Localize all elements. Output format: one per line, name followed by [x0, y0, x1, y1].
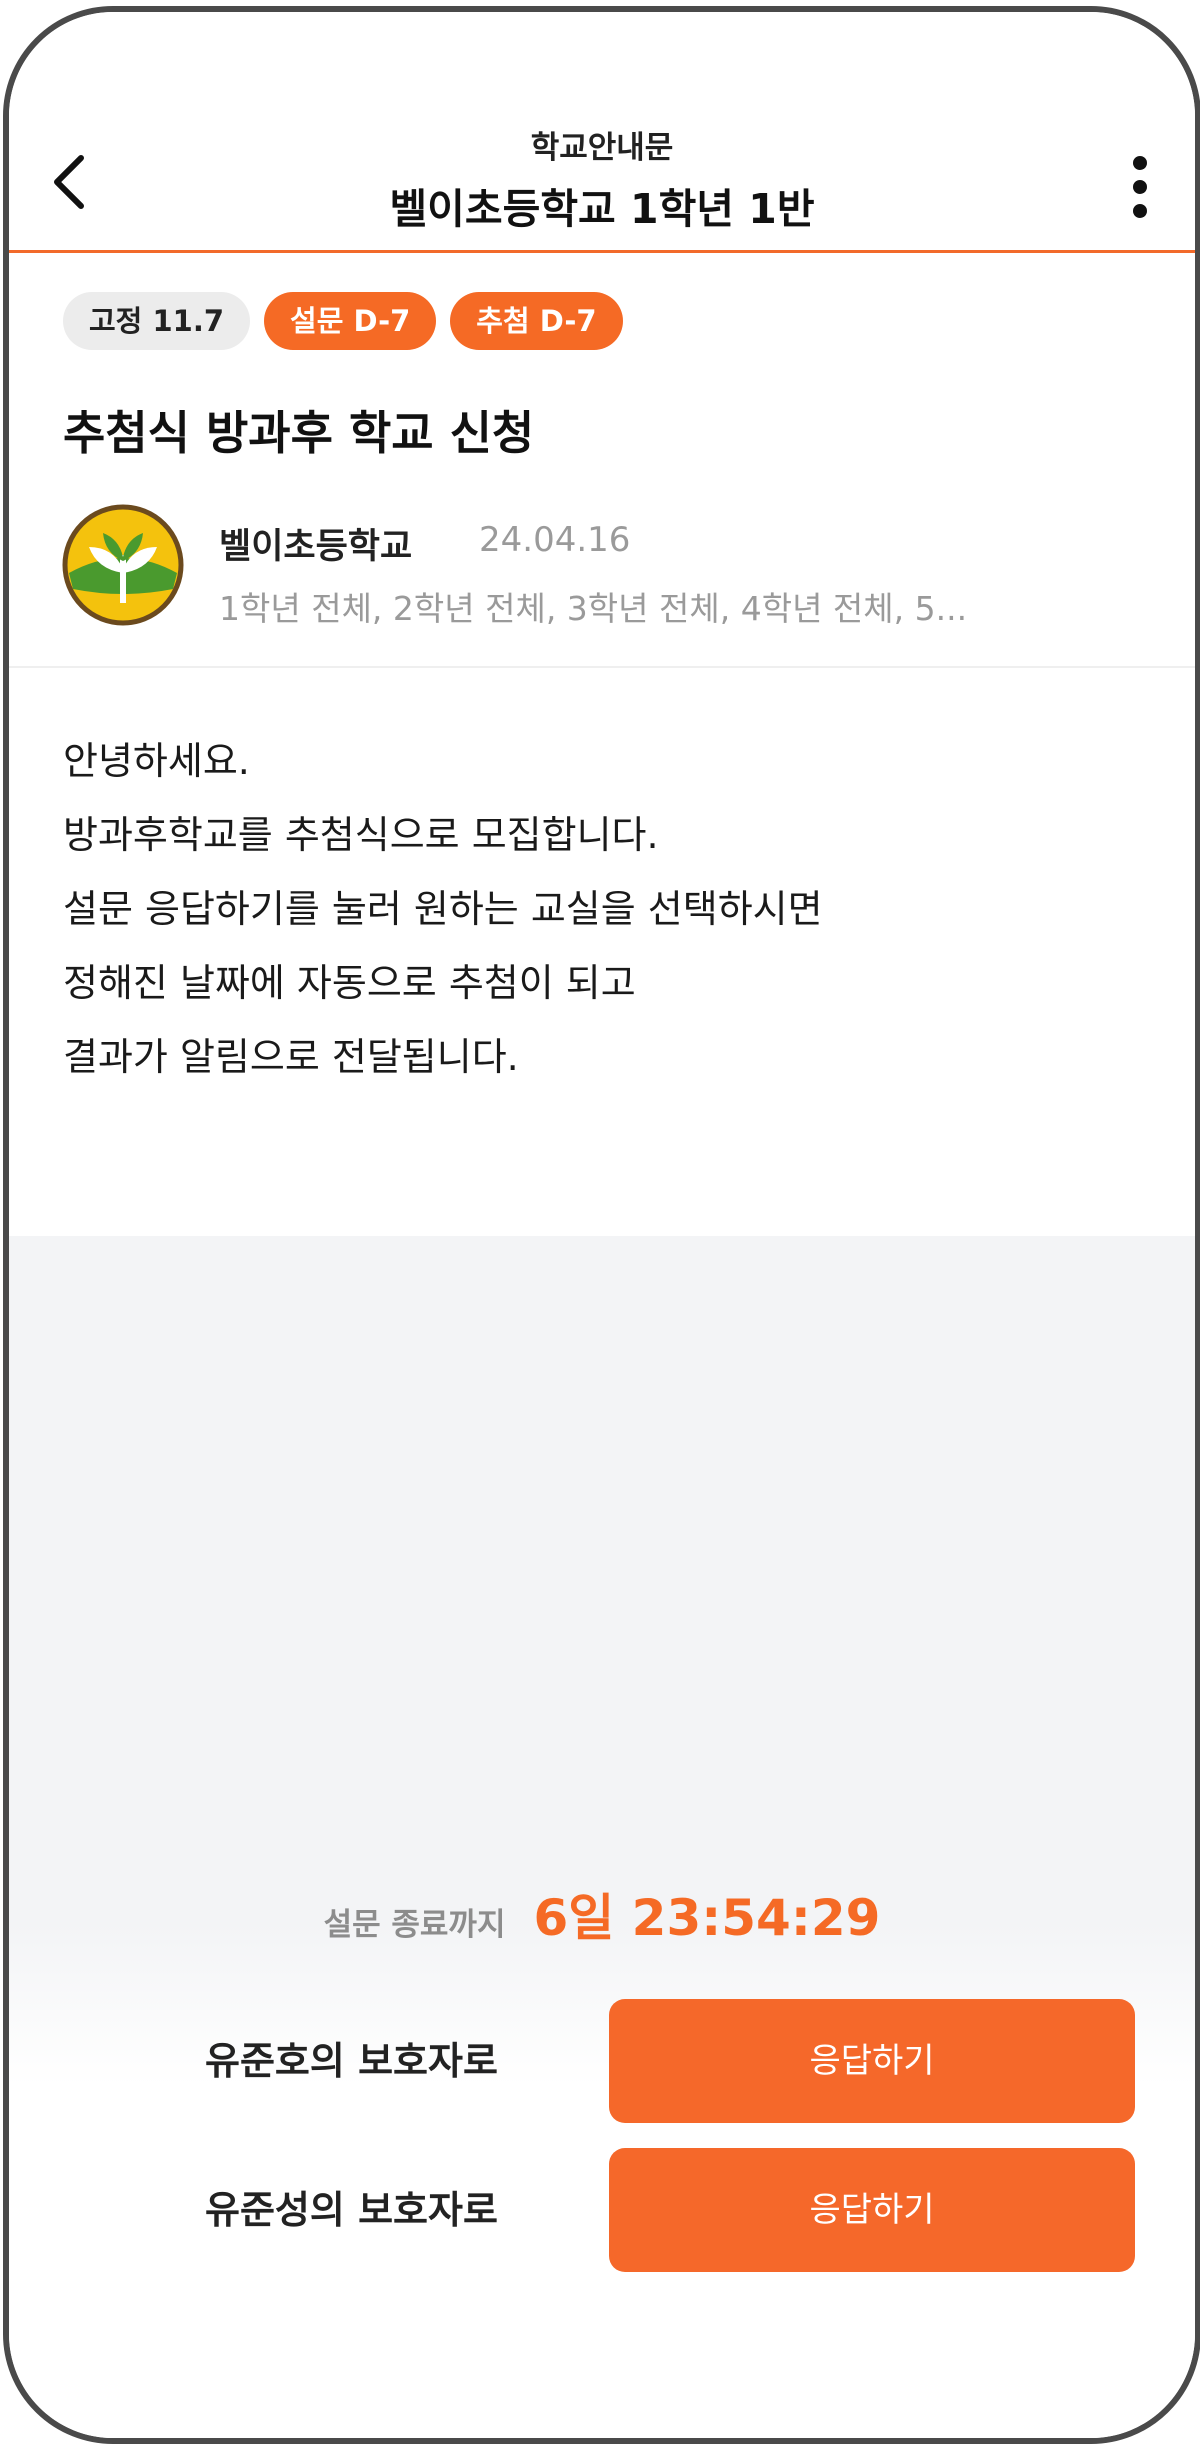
- responder-label: 유준성의 보호자로: [205, 2188, 498, 2232]
- countdown-timer: 6일 23:54:29: [533, 1889, 881, 1947]
- respond-button[interactable]: 응답하기: [609, 2148, 1135, 2272]
- survey-deadline-badge: 설문 D-7: [264, 292, 437, 350]
- post-title: 추첨식 방과후 학교 신청: [63, 406, 535, 460]
- app-header: 학교안내문 벨이초등학교 1학년 1반: [9, 12, 1195, 253]
- school-logo-avatar: [62, 504, 184, 626]
- body-line: 정해진 날짜에 자동으로 추첨이 되고: [63, 961, 636, 1005]
- responder-row: 유준호의 보호자로 응답하기: [9, 1999, 1195, 2123]
- pinned-badge: 고정 11.7: [63, 292, 251, 350]
- author-name: 벨이초등학교: [219, 527, 413, 567]
- countdown-label: 설문 종료까지: [323, 1907, 506, 1943]
- respond-button[interactable]: 응답하기: [609, 1999, 1135, 2123]
- survey-countdown: 설문 종료까지 6일 23:54:29: [9, 1878, 1195, 1950]
- header-subtitle: 학교안내문: [530, 130, 674, 166]
- more-vertical-icon: [1133, 156, 1147, 218]
- post-recipients: 1학년 전체, 2학년 전체, 3학년 전체, 4학년 전체, 5...: [219, 589, 968, 628]
- body-line: 안녕하세요.: [63, 739, 250, 783]
- lottery-deadline-badge: 추첨 D-7: [450, 292, 623, 350]
- phone-frame: 학교안내문 벨이초등학교 1학년 1반 고정 11.7 설문 D-7 추첨 D-…: [3, 6, 1200, 2444]
- body-line: 설문 응답하기를 눌러 원하는 교실을 선택하시면: [63, 887, 823, 931]
- responder-label: 유준호의 보호자로: [205, 2039, 498, 2083]
- post-body: 안녕하세요. 방과후학교를 추첨식으로 모집합니다. 설문 응답하기를 눌러 원…: [63, 724, 1143, 1094]
- status-badges: 고정 11.7 설문 D-7 추첨 D-7: [63, 292, 623, 350]
- responder-row: 유준성의 보호자로 응답하기: [9, 2148, 1195, 2272]
- page-title: 벨이초등학교 1학년 1반: [389, 185, 815, 233]
- content-divider: [9, 666, 1195, 668]
- post-date: 24.04.16: [479, 520, 631, 560]
- body-line: 방과후학교를 추첨식으로 모집합니다.: [63, 813, 659, 857]
- more-options-button[interactable]: [1115, 147, 1165, 227]
- body-line: 결과가 알림으로 전달됩니다.: [63, 1035, 519, 1079]
